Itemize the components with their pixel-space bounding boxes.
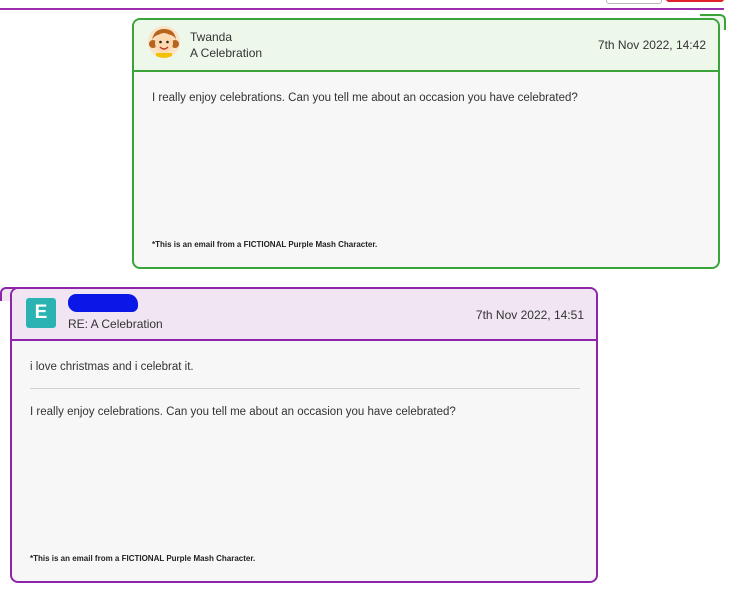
cartoon-character-icon: [148, 26, 180, 58]
redacted-name: [68, 294, 138, 312]
fictional-disclaimer: *This is an email from a FICTIONAL Purpl…: [152, 240, 378, 249]
sender-name: Twanda: [190, 30, 233, 44]
message-date: 7th Nov 2022, 14:42: [597, 38, 706, 52]
message-header: Twanda A Celebration 7th Nov 2022, 14:42: [134, 20, 718, 72]
top-border-line: [0, 8, 724, 10]
top-toolbar-button[interactable]: [606, 0, 662, 4]
user-avatar: E: [26, 298, 56, 328]
quoted-message: I really enjoy celebrations. Can you tel…: [30, 406, 456, 418]
message-body: I really enjoy celebrations. Can you tel…: [152, 92, 578, 104]
reply-message[interactable]: E RE: A Celebration 7th Nov 2022, 14:51 …: [10, 287, 598, 583]
top-toolbar-red-button[interactable]: [666, 0, 724, 2]
incoming-message[interactable]: Twanda A Celebration 7th Nov 2022, 14:42…: [132, 18, 720, 269]
message-subject: A Celebration: [190, 46, 263, 60]
quote-divider: [30, 388, 580, 389]
message-date: 7th Nov 2022, 14:51: [475, 308, 584, 322]
message-header: E RE: A Celebration 7th Nov 2022, 14:51: [12, 289, 596, 341]
message-subject: RE: A Celebration: [68, 317, 163, 331]
fictional-disclaimer: *This is an email from a FICTIONAL Purpl…: [30, 554, 256, 563]
reply-body: i love christmas and i celebrat it.: [30, 361, 194, 373]
